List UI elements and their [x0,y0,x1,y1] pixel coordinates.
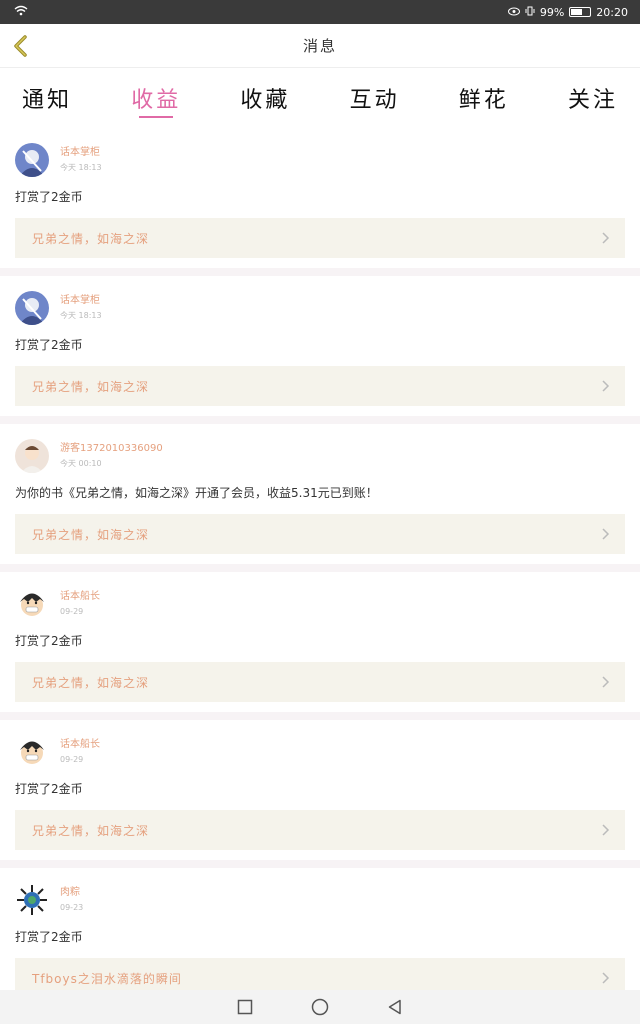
avatar[interactable] [15,735,49,769]
book-title: 兄弟之情，如海之深 [32,527,150,542]
book-title: 兄弟之情，如海之深 [32,823,150,838]
avatar[interactable] [15,439,49,473]
chevron-right-icon [602,824,610,836]
eye-icon [507,6,520,19]
avatar[interactable] [15,291,49,325]
wifi-icon [14,5,28,19]
message-text: 为你的书《兄弟之情，如海之深》开通了会员，收益5.31元已到账！ [15,486,378,500]
tab-flowers[interactable]: 鲜花 [459,68,509,128]
avatar[interactable] [15,143,49,177]
avatar[interactable] [15,883,49,917]
message-text: 打赏了2金币 [15,190,83,204]
message-text: 打赏了2金币 [15,782,83,796]
message-text: 打赏了2金币 [15,634,83,648]
message-text: 打赏了2金币 [15,930,83,944]
page-title: 消息 [302,37,337,55]
book-title: Tfboys之泪水滴落的瞬间 [32,971,182,986]
tab-interactions[interactable]: 互动 [350,68,400,128]
chevron-right-icon [602,232,610,244]
tab-bar: 通知 收益 收藏 互动 鲜花 关注 [0,68,640,128]
home-button[interactable] [311,998,329,1016]
chevron-right-icon [602,380,610,392]
system-nav-bar [0,990,640,1024]
book-title: 兄弟之情，如海之深 [32,379,150,394]
message-card: 话本掌柜 今天 18:13 打赏了2金币 兄弟之情，如海之深 [0,276,640,416]
recent-apps-button[interactable] [237,999,253,1015]
book-link[interactable]: 兄弟之情，如海之深 [15,366,625,406]
sender-name[interactable]: 话本掌柜 [60,146,102,160]
tab-notifications[interactable]: 通知 [22,68,72,128]
clock: 20:20 [596,5,628,19]
message-card: 话本船长 09-29 打赏了2金币 兄弟之情，如海之深 [0,720,640,860]
message-time: 今天 18:13 [60,311,102,320]
chevron-right-icon [602,972,610,984]
message-time: 今天 00:10 [60,459,102,468]
message-card: 话本船长 09-29 打赏了2金币 兄弟之情，如海之深 [0,572,640,712]
sender-name[interactable]: 话本船长 [60,738,100,752]
sender-name[interactable]: 游客1372010336090 [60,442,163,456]
book-link[interactable]: 兄弟之情，如海之深 [15,514,625,554]
book-link[interactable]: 兄弟之情，如海之深 [15,810,625,850]
message-text: 打赏了2金币 [15,338,83,352]
sender-name[interactable]: 肉粽 [60,886,83,900]
message-time: 09-23 [60,903,84,912]
message-time: 09-29 [60,755,84,764]
book-link[interactable]: Tfboys之泪水滴落的瞬间 [15,958,625,990]
message-card: 肉粽 09-23 打赏了2金币 Tfboys之泪水滴落的瞬间 [0,868,640,990]
battery-percent: 99% [539,5,565,19]
sender-name[interactable]: 话本掌柜 [60,294,102,308]
back-arrow-icon [14,35,27,57]
message-time: 今天 18:13 [60,163,102,172]
book-link[interactable]: 兄弟之情，如海之深 [15,218,625,258]
message-card: 话本掌柜 今天 18:13 打赏了2金币 兄弟之情，如海之深 [0,128,640,268]
battery-icon [569,7,592,17]
vibrate-icon [525,6,535,19]
message-list[interactable]: 话本掌柜 今天 18:13 打赏了2金币 兄弟之情，如海之深 话本掌柜 今天 1… [0,128,640,990]
message-card: 游客1372010336090 今天 00:10 为你的书《兄弟之情，如海之深》… [0,424,640,564]
sender-name[interactable]: 话本船长 [60,590,100,604]
tab-following[interactable]: 关注 [568,68,618,128]
book-link[interactable]: 兄弟之情，如海之深 [15,662,625,702]
book-title: 兄弟之情，如海之深 [32,675,150,690]
tab-favorites[interactable]: 收藏 [240,68,290,128]
chevron-right-icon [602,528,610,540]
avatar[interactable] [15,587,49,621]
book-title: 兄弟之情，如海之深 [32,231,150,246]
tab-earnings[interactable]: 收益 [131,68,181,128]
status-bar: 99% 20:20 [0,0,640,24]
top-bar: 消息 [0,24,640,68]
chevron-right-icon [602,676,610,688]
back-nav-button[interactable] [387,999,403,1015]
back-button[interactable] [8,32,36,60]
message-time: 09-29 [60,607,84,616]
